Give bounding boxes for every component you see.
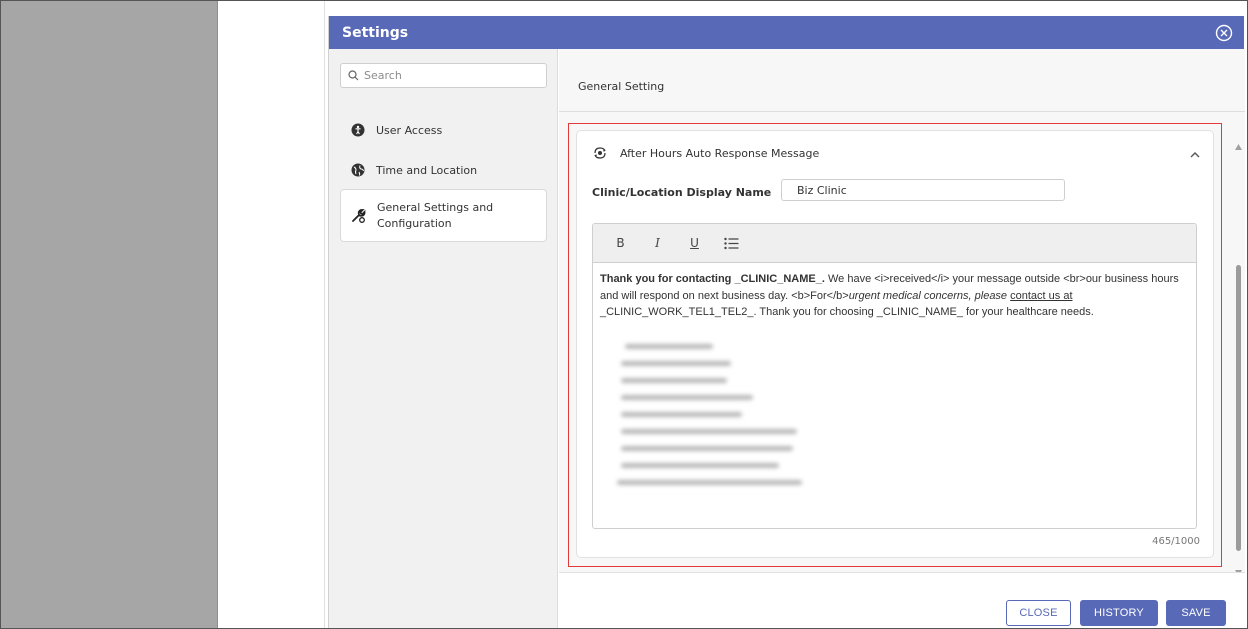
auto-response-icon (592, 145, 608, 161)
dialog-title: Settings (342, 24, 409, 41)
highlight-box: After Hours Auto Response Message Clinic… (568, 123, 1222, 567)
display-name-input[interactable] (781, 179, 1065, 201)
card-title: After Hours Auto Response Message (620, 146, 820, 160)
close-icon[interactable] (1214, 23, 1234, 43)
settings-sidebar: User Access Time and Location General Se… (329, 49, 558, 629)
message-bold-part: Thank you for contacting _CLINIC_NAME_. (600, 273, 825, 285)
top-border (218, 0, 1248, 1)
globe-icon (350, 163, 365, 178)
message-underline-part: contact us at (1010, 289, 1073, 302)
divider (559, 111, 1245, 112)
message-part: _CLINIC_WORK_TEL1_TEL2_. Thank you for c… (600, 306, 1094, 318)
char-count: 465/1000 (1152, 536, 1200, 547)
italic-button[interactable]: I (650, 233, 665, 253)
background-gray-panel (0, 0, 218, 629)
search-icon (348, 66, 359, 85)
auto-response-card: After Hours Auto Response Message Clinic… (576, 130, 1214, 558)
background-white-panel (219, 0, 325, 629)
history-button[interactable]: HISTORY (1080, 600, 1158, 626)
settings-content: General Setting After Hours Auto Respons… (559, 49, 1245, 629)
bold-button[interactable]: B (613, 233, 628, 253)
scroll-down-arrow[interactable] (1235, 561, 1242, 576)
sidebar-item-label-line2: Configuration (377, 216, 452, 230)
card-header[interactable]: After Hours Auto Response Message (592, 145, 819, 161)
settings-dialog: Settings User Access T (328, 16, 1245, 629)
close-button[interactable]: CLOSE (1006, 600, 1071, 626)
section-title: General Setting (578, 80, 665, 93)
sidebar-item-time-location[interactable]: Time and Location (340, 159, 547, 181)
search-box[interactable] (340, 63, 547, 88)
sidebar-item-general-settings[interactable]: General Settings and Configuration (340, 189, 547, 242)
wrench-gear-icon (351, 208, 366, 223)
editor-toolbar: B I U (593, 224, 1196, 263)
bullet-list-icon[interactable] (724, 233, 739, 253)
display-name-label: Clinic/Location Display Name (592, 186, 772, 199)
message-editor[interactable]: B I U Thank you for contacting _CLINIC_N… (592, 223, 1197, 529)
scroll-up-arrow[interactable] (1235, 135, 1242, 150)
dialog-body: User Access Time and Location General Se… (329, 49, 1245, 629)
sidebar-item-label-line1: General Settings and (377, 200, 494, 214)
sidebar-item-label: Time and Location (376, 163, 478, 177)
user-access-icon (350, 123, 365, 138)
save-button[interactable]: SAVE (1166, 600, 1226, 626)
message-text[interactable]: Thank you for contacting _CLINIC_NAME_. … (593, 263, 1196, 321)
scrollbar-thumb[interactable] (1236, 265, 1241, 551)
blurred-content (607, 344, 827, 514)
underline-button[interactable]: U (687, 233, 702, 253)
message-italic-part: urgent medical concerns, please (848, 289, 1008, 302)
sidebar-item-user-access[interactable]: User Access (340, 119, 547, 141)
dialog-header: Settings (329, 16, 1244, 49)
search-input[interactable] (364, 69, 534, 82)
sidebar-item-label: User Access (376, 123, 443, 137)
chevron-up-icon[interactable] (1189, 146, 1201, 158)
dialog-footer: CLOSE HISTORY SAVE (559, 572, 1245, 629)
